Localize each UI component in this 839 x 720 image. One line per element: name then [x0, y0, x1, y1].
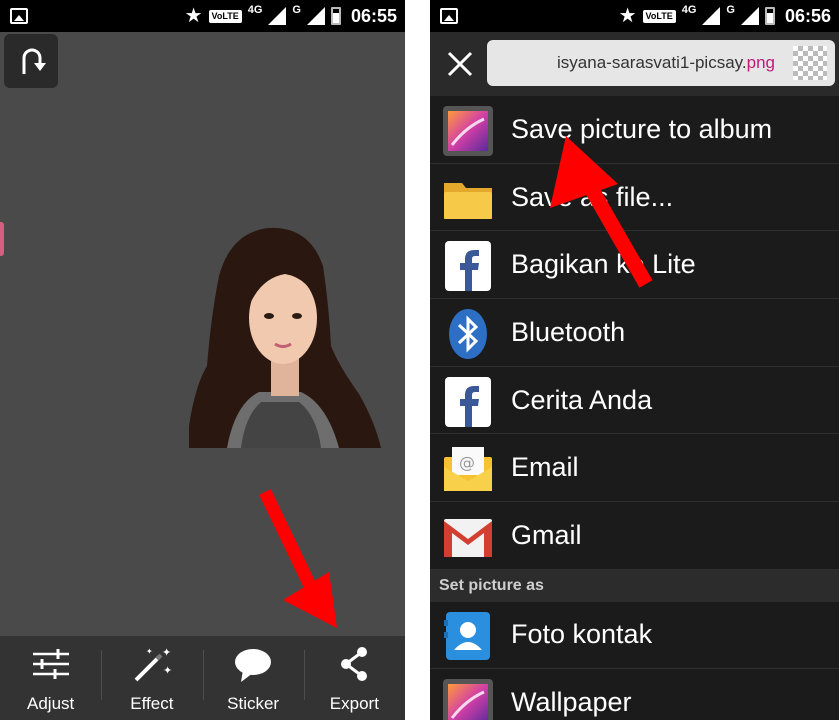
share-option-label: Gmail [511, 520, 582, 551]
network-type-4g: 4G [681, 4, 697, 16]
status-bar: ★ VoLTE 4G G 06:56 [430, 0, 839, 32]
image-notification-icon [10, 8, 28, 24]
toolbar-adjust[interactable]: Adjust [0, 636, 101, 720]
toolbar-effect[interactable]: ✦ ✦ ✦ Effect [101, 636, 202, 720]
share-option-gmail[interactable]: Gmail [430, 502, 839, 570]
toolbar-label-effect: Effect [130, 694, 174, 713]
set-picture-option-label: Foto kontak [511, 619, 653, 649]
set-picture-option-contact[interactable]: Foto kontak [430, 601, 839, 669]
email-icon: @ [444, 447, 492, 492]
magic-wand-icon: ✦ ✦ ✦ [134, 646, 172, 682]
editor-toolbar: Adjust ✦ ✦ ✦ Effect Sticker Export [0, 636, 405, 720]
speech-bubble-icon [235, 649, 272, 682]
svg-text:✦: ✦ [163, 664, 172, 677]
set-picture-options-list: Foto kontak Wallpaper [430, 601, 839, 720]
network-type-g: G [292, 4, 301, 16]
status-time: 06:55 [350, 5, 397, 26]
share-option-label: Bluetooth [511, 317, 626, 348]
share-header: isyana-sarasvati1-picsay.png [430, 32, 839, 96]
photo-editor-screen: ★ VoLTE 4G G 06:55 Adjust ✦ ✦ ✦ Effect S… [0, 0, 405, 720]
network-type-4g: 4G [247, 4, 263, 16]
set-picture-section-header: Set picture as [430, 569, 839, 602]
sliders-icon [32, 649, 69, 679]
file-name-text: isyana-sarasvati1-picsay.png [557, 53, 775, 73]
transparency-thumbnail [793, 46, 827, 80]
toolbar-label-export: Export [329, 694, 379, 713]
undo-icon [22, 48, 46, 74]
volte-badge: VoLTE [642, 9, 676, 23]
section-title: Set picture as [439, 576, 544, 594]
star-icon: ★ [184, 5, 203, 27]
toolbar-export[interactable]: Export [303, 636, 405, 720]
signal-icon [702, 7, 721, 25]
share-icon [341, 647, 368, 681]
undo-button[interactable] [4, 34, 58, 88]
share-option-bluetooth[interactable]: Bluetooth [430, 299, 839, 367]
share-option-label: Cerita Anda [511, 384, 653, 415]
set-picture-option-label: Wallpaper [511, 686, 632, 717]
toolbar-label-adjust: Adjust [27, 694, 75, 713]
close-icon[interactable] [444, 48, 476, 80]
gmail-icon [444, 519, 492, 558]
svg-text:✦: ✦ [146, 647, 153, 656]
toolbar-label-sticker: Sticker [227, 694, 280, 713]
battery-icon [764, 7, 775, 25]
share-option-cerita-anda[interactable]: Cerita Anda [430, 367, 839, 435]
file-extension: png [746, 53, 775, 72]
svg-text:@: @ [459, 453, 475, 472]
share-option-email[interactable]: @ Email [430, 434, 839, 503]
file-name-field: isyana-sarasvati1-picsay.png [487, 40, 835, 86]
battery-icon [330, 7, 341, 25]
annotation-arrow-save-album [550, 136, 653, 288]
contact-icon [444, 612, 490, 660]
star-icon: ★ [618, 5, 637, 27]
folder-icon [444, 182, 492, 219]
signal-icon-2 [306, 7, 325, 25]
set-picture-option-wallpaper[interactable]: Wallpaper [430, 669, 839, 720]
share-menu-screen: ★ VoLTE 4G G 06:56 isyana-sarasvati1-pic… [430, 0, 839, 720]
volte-badge: VoLTE [208, 9, 242, 23]
toolbar-sticker[interactable]: Sticker [202, 636, 304, 720]
svg-text:✦: ✦ [162, 646, 171, 659]
sticker-edge [0, 222, 4, 256]
bluetooth-icon [449, 309, 487, 360]
status-time: 06:56 [784, 5, 831, 26]
network-type-g: G [726, 4, 735, 16]
facebook-icon [445, 241, 491, 292]
signal-icon-2 [740, 7, 759, 25]
file-name-base: isyana-sarasvati1-picsay. [557, 53, 747, 72]
annotation-arrow-export [259, 489, 337, 628]
status-bar: ★ VoLTE 4G G 06:55 [0, 0, 405, 32]
image-notification-icon [440, 8, 458, 24]
portrait-photo[interactable] [189, 226, 381, 448]
facebook-icon [445, 376, 491, 427]
gallery-icon [443, 106, 493, 156]
gallery-icon [443, 678, 493, 720]
share-option-label: Email [511, 452, 579, 483]
signal-icon [268, 7, 287, 25]
